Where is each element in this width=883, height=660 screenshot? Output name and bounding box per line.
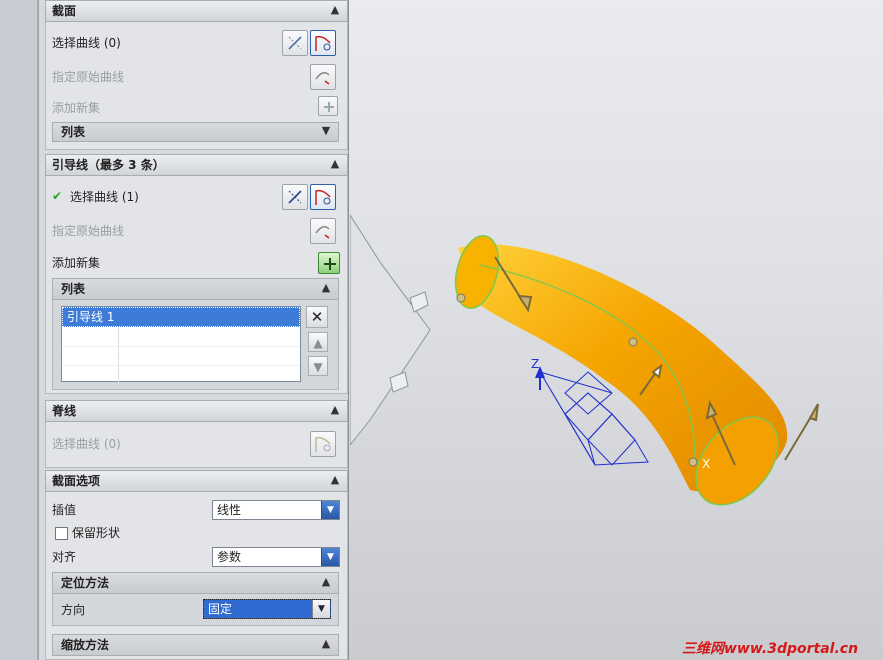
interpolation-select[interactable]: 线性 ▼ xyxy=(212,500,340,520)
collapse-up-icon[interactable]: ▲ xyxy=(329,4,341,16)
guide-point[interactable] xyxy=(688,457,698,467)
guide-select-curve-label: 选择曲线 (1) xyxy=(70,190,139,204)
sweep-dialog-panel: 截面 ▲ 选择曲线 (0) 指定原始曲线 添加新集 列表 ▼ 引导线（最多 3 … xyxy=(38,0,349,660)
list-item[interactable] xyxy=(62,365,300,385)
guide-list[interactable]: 引导线 1 xyxy=(61,306,301,385)
section-list-header[interactable]: 列表 ▼ xyxy=(52,122,339,142)
direction-label: 方向 xyxy=(61,603,86,617)
direction-value: 固定 xyxy=(208,602,233,616)
collapse-up-icon[interactable]: ▲ xyxy=(320,576,332,588)
guide-point[interactable] xyxy=(456,293,466,303)
scale-method-header[interactable]: 缩放方法 ▲ xyxy=(52,634,339,656)
align-value: 参数 xyxy=(217,550,242,564)
original-curve-icon[interactable] xyxy=(310,218,336,244)
collapse-up-icon[interactable]: ▲ xyxy=(329,404,341,416)
graphics-viewport[interactable]: Z X xyxy=(349,0,883,660)
background-part xyxy=(349,213,431,447)
move-down-icon[interactable]: ▼ xyxy=(308,356,328,376)
guide-list-label: 列表 xyxy=(61,282,86,296)
add-set-icon[interactable] xyxy=(318,96,338,116)
check-icon: ✔ xyxy=(52,189,63,203)
watermark: 三维网www.3dportal.cn xyxy=(682,641,859,657)
list-item[interactable]: 引导线 1 xyxy=(62,307,300,327)
left-resource-bar xyxy=(0,0,38,660)
section-list-label: 列表 xyxy=(61,125,86,139)
orient-method-body: 方向 固定 ▼ xyxy=(52,594,339,626)
collapse-up-icon[interactable]: ▲ xyxy=(320,282,332,294)
curve-selector-icon[interactable] xyxy=(282,184,308,210)
guide-header[interactable]: 引导线（最多 3 条） ▲ xyxy=(45,154,348,176)
guide-add-new-set-label: 添加新集 xyxy=(52,256,101,270)
list-item[interactable] xyxy=(62,327,300,347)
interpolation-label: 插值 xyxy=(52,503,77,517)
spine-body: 选择曲线 (0) xyxy=(45,422,348,468)
original-curve-icon[interactable] xyxy=(310,64,336,90)
section-options-header[interactable]: 截面选项 ▲ xyxy=(45,470,348,492)
guide-point[interactable] xyxy=(628,337,638,347)
align-select[interactable]: 参数 ▼ xyxy=(212,547,340,567)
collapse-up-icon[interactable]: ▲ xyxy=(329,474,341,486)
list-item[interactable] xyxy=(62,346,300,366)
move-up-icon[interactable]: ▲ xyxy=(308,332,328,352)
spine-title: 脊线 xyxy=(52,404,77,418)
expand-down-icon[interactable]: ▼ xyxy=(320,125,332,137)
section-add-new-set-label: 添加新集 xyxy=(52,101,101,115)
chevron-down-icon[interactable]: ▼ xyxy=(321,548,339,566)
spine-select-curve-label: 选择曲线 (0) xyxy=(52,437,121,451)
curve-rule-icon[interactable] xyxy=(310,431,336,457)
add-set-icon[interactable] xyxy=(318,252,340,274)
section-select-curve-label: 选择曲线 (0) xyxy=(52,36,121,50)
guide-list-area: 引导线 1 ✕ ▲ ▼ xyxy=(52,300,339,390)
align-label: 对齐 xyxy=(52,550,77,564)
guide-title: 引导线（最多 3 条） xyxy=(52,158,165,172)
list-item-label: 引导线 1 xyxy=(67,310,115,324)
curve-rule-icon[interactable] xyxy=(310,184,336,210)
section-options-body: 插值 线性 ▼ 保留形状 对齐 参数 ▼ 定位方法 ▲ 方向 固定 ▼ 缩放方法… xyxy=(45,492,348,660)
x-axis-label: X xyxy=(702,457,710,471)
section-body: 选择曲线 (0) 指定原始曲线 添加新集 列表 ▼ xyxy=(45,22,348,150)
section-title: 截面 xyxy=(52,4,77,18)
direction-select[interactable]: 固定 ▼ xyxy=(203,599,331,619)
guide-list-header[interactable]: 列表 ▲ xyxy=(52,278,339,300)
collapse-up-icon[interactable]: ▲ xyxy=(320,638,332,650)
orient-method-title: 定位方法 xyxy=(61,576,110,590)
guide-specify-original-label: 指定原始曲线 xyxy=(52,224,125,238)
model-scene: Z X xyxy=(349,213,819,506)
z-axis-label: Z xyxy=(531,357,539,371)
remove-icon[interactable]: ✕ xyxy=(306,306,328,328)
chevron-down-icon[interactable]: ▼ xyxy=(321,501,339,519)
section-header[interactable]: 截面 ▲ xyxy=(45,0,348,22)
orient-method-header[interactable]: 定位方法 ▲ xyxy=(52,572,339,594)
collapse-up-icon[interactable]: ▲ xyxy=(329,158,341,170)
section-specify-original-label: 指定原始曲线 xyxy=(52,70,125,84)
interpolation-value: 线性 xyxy=(217,503,242,517)
chevron-down-icon[interactable]: ▼ xyxy=(312,600,330,618)
section-options-title: 截面选项 xyxy=(52,474,101,488)
curve-selector-icon[interactable] xyxy=(282,30,308,56)
keep-shape-checkbox[interactable] xyxy=(55,527,68,540)
curve-rule-icon[interactable] xyxy=(310,30,336,56)
scale-method-title: 缩放方法 xyxy=(61,638,110,652)
guide-body: ✔ 选择曲线 (1) 指定原始曲线 添加新集 列表 ▲ 引导线 1 ✕ ▲ ▼ xyxy=(45,176,348,394)
spine-header[interactable]: 脊线 ▲ xyxy=(45,400,348,422)
keep-shape-label: 保留形状 xyxy=(72,526,121,540)
